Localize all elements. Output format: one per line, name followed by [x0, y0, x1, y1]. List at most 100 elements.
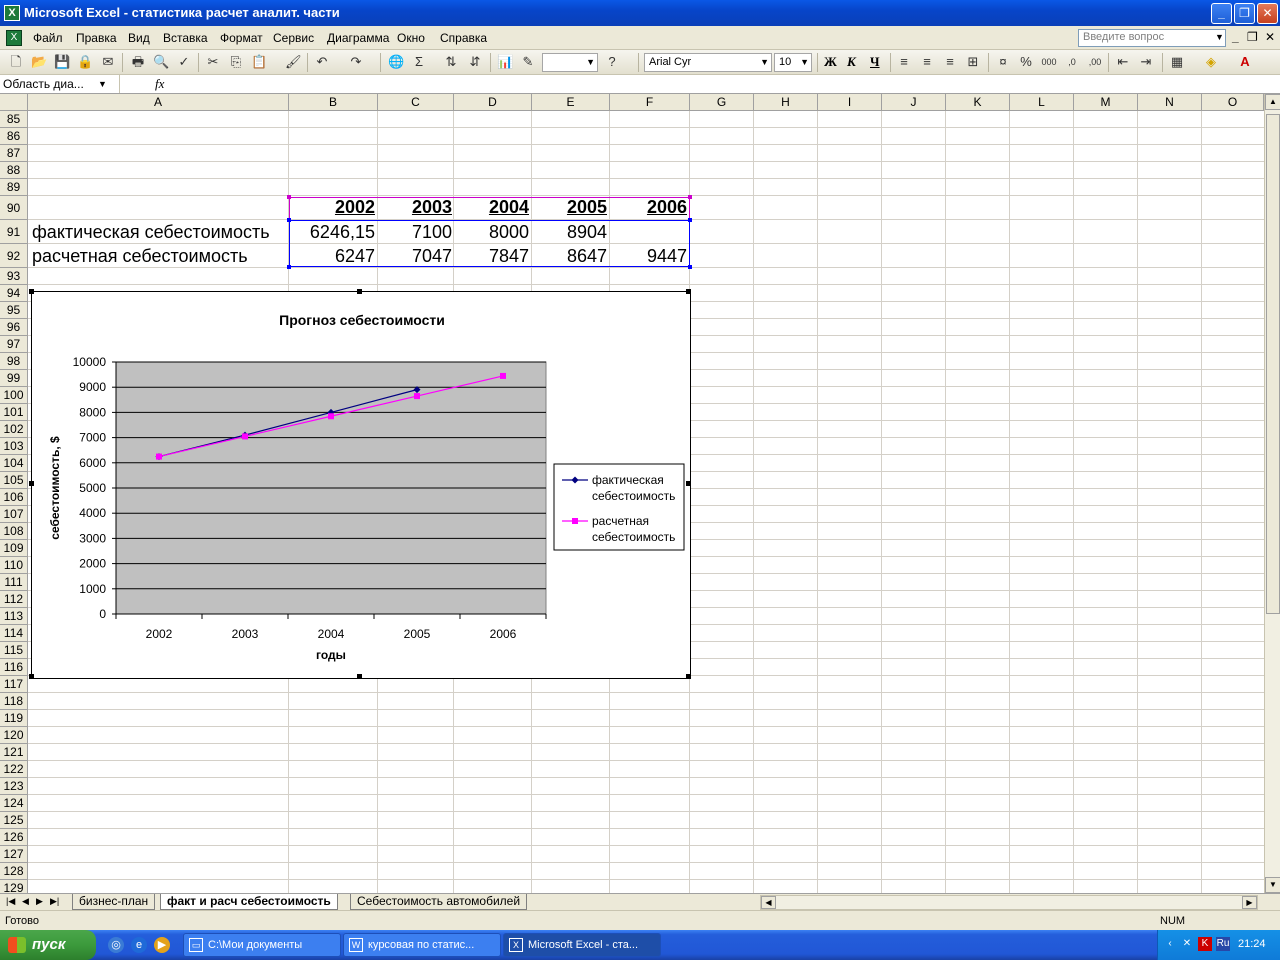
row-header-102[interactable]: 102: [0, 421, 28, 438]
autosum-icon[interactable]: Σ: [411, 54, 427, 70]
chart-resize-handle[interactable]: [29, 289, 34, 294]
range-handle[interactable]: [287, 265, 291, 269]
cut-icon[interactable]: ✂: [205, 54, 221, 70]
column-header-n[interactable]: N: [1138, 94, 1202, 111]
range-handle[interactable]: [688, 265, 692, 269]
row-header-112[interactable]: 112: [0, 591, 28, 608]
first-sheet-icon[interactable]: |◀: [6, 896, 15, 907]
menu-tools[interactable]: Сервис: [273, 31, 314, 45]
restore-button[interactable]: ❐: [1234, 3, 1255, 24]
align-center-icon[interactable]: ≡: [919, 54, 935, 70]
open-icon[interactable]: 📂: [31, 54, 47, 70]
comma-style-icon[interactable]: 000: [1041, 54, 1057, 70]
scroll-up-button[interactable]: ▲: [1265, 94, 1280, 110]
column-header-g[interactable]: G: [690, 94, 754, 111]
spelling-icon[interactable]: ✓: [176, 54, 192, 70]
row-header-86[interactable]: 86: [0, 128, 28, 145]
vertical-scrollbar[interactable]: ▲ ▼: [1264, 94, 1280, 893]
menu-view[interactable]: Вид: [128, 31, 150, 45]
paste-icon[interactable]: 📋: [251, 54, 267, 70]
row-header-128[interactable]: 128: [0, 863, 28, 880]
row-header-116[interactable]: 116: [0, 659, 28, 676]
cell-calc-label[interactable]: расчетная себестоимость: [32, 246, 248, 267]
font-name-combo[interactable]: Arial Cyr ▼: [644, 53, 772, 72]
select-all-corner[interactable]: [0, 94, 28, 111]
hyperlink-icon[interactable]: 🌐: [388, 54, 404, 70]
decrease-decimal-icon[interactable]: ,00: [1087, 54, 1103, 70]
help-icon[interactable]: ?: [604, 54, 620, 70]
ask-question-input[interactable]: Введите вопрос: [1078, 29, 1226, 47]
column-header-l[interactable]: L: [1010, 94, 1074, 111]
row-header-110[interactable]: 110: [0, 557, 28, 574]
row-header-118[interactable]: 118: [0, 693, 28, 710]
taskbar-excel[interactable]: X Microsoft Excel - ста...: [503, 933, 661, 957]
menu-chart[interactable]: Диаграмма: [327, 31, 389, 45]
row-header-99[interactable]: 99: [0, 370, 28, 387]
row-header-113[interactable]: 113: [0, 608, 28, 625]
row-header-104[interactable]: 104: [0, 455, 28, 472]
sort-desc-icon[interactable]: ⇵: [467, 54, 483, 70]
menu-insert[interactable]: Вставка: [163, 31, 208, 45]
sheet-tab-car-cost[interactable]: Себестоимость автомобилей: [350, 894, 528, 910]
menu-help[interactable]: Справка: [440, 31, 487, 45]
ie-icon[interactable]: e: [131, 937, 147, 953]
increase-decimal-icon[interactable]: ,0: [1064, 54, 1080, 70]
column-header-i[interactable]: I: [818, 94, 882, 111]
scroll-left-button[interactable]: ◀: [761, 896, 776, 909]
row-header-100[interactable]: 100: [0, 387, 28, 404]
tray-app-icon[interactable]: K: [1198, 937, 1212, 951]
column-header-d[interactable]: D: [454, 94, 532, 111]
range-handle[interactable]: [287, 218, 291, 222]
workbook-icon[interactable]: X: [6, 30, 22, 46]
range-handle[interactable]: [688, 218, 692, 222]
align-right-icon[interactable]: ≡: [942, 54, 958, 70]
align-left-icon[interactable]: ≡: [896, 54, 912, 70]
cell-actual-label[interactable]: фактическая себестоимость: [32, 222, 270, 243]
scroll-down-button[interactable]: ▼: [1265, 877, 1280, 893]
range-handle[interactable]: [688, 195, 692, 199]
doc-close-icon[interactable]: ✕: [1265, 30, 1275, 44]
minimize-button[interactable]: _: [1211, 3, 1232, 24]
row-header-129[interactable]: 129: [0, 880, 28, 893]
row-header-101[interactable]: 101: [0, 404, 28, 421]
row-header-98[interactable]: 98: [0, 353, 28, 370]
row-header-106[interactable]: 106: [0, 489, 28, 506]
borders-icon[interactable]: ▦: [1169, 54, 1185, 70]
chart-resize-handle[interactable]: [357, 289, 362, 294]
taskbar-word-doc[interactable]: Wкурсовая по статис...: [343, 933, 501, 957]
column-header-j[interactable]: J: [882, 94, 946, 111]
chart-wizard-icon[interactable]: 📊: [497, 54, 513, 70]
row-header-127[interactable]: 127: [0, 846, 28, 863]
row-header-115[interactable]: 115: [0, 642, 28, 659]
start-button[interactable]: пуск: [0, 930, 96, 960]
row-header-111[interactable]: 111: [0, 574, 28, 591]
row-header-121[interactable]: 121: [0, 744, 28, 761]
font-color-icon[interactable]: A: [1237, 54, 1253, 70]
row-header-88[interactable]: 88: [0, 162, 28, 179]
scroll-thumb[interactable]: [1266, 114, 1280, 614]
row-header-120[interactable]: 120: [0, 727, 28, 744]
print-preview-icon[interactable]: 🔍: [153, 54, 169, 70]
tray-tools-icon[interactable]: ✕: [1180, 937, 1194, 951]
taskbar-my-documents[interactable]: ▭ C:\Мои документы: [183, 933, 341, 957]
column-header-h[interactable]: H: [754, 94, 818, 111]
chevron-down-icon[interactable]: ▼: [1215, 32, 1224, 42]
scroll-right-button[interactable]: ▶: [1242, 896, 1257, 909]
column-header-k[interactable]: K: [946, 94, 1010, 111]
row-header-91[interactable]: 91: [0, 220, 28, 244]
worksheet-grid[interactable]: ABCDEFGHIJKLMNO 85 86 87 88 89 90 91 92 93 94 95 96…: [0, 94, 1264, 893]
row-header-90[interactable]: 90: [0, 196, 28, 220]
tray-arrow-icon[interactable]: ‹: [1163, 937, 1177, 951]
column-header-e[interactable]: E: [532, 94, 610, 111]
italic-button[interactable]: К: [847, 54, 856, 70]
print-icon[interactable]: 🖶: [130, 54, 146, 70]
chart-resize-handle[interactable]: [29, 481, 34, 486]
percent-icon[interactable]: %: [1018, 54, 1034, 70]
embedded-chart[interactable]: Прогноз себестоимости 0 1000 2000 3000 4000 50…: [31, 291, 691, 679]
redo-icon[interactable]: ↷: [348, 54, 364, 70]
chart-resize-handle[interactable]: [357, 674, 362, 679]
chevron-down-icon[interactable]: ▼: [98, 79, 107, 89]
column-header-f[interactable]: F: [610, 94, 690, 111]
excel-app-icon[interactable]: X: [4, 5, 20, 21]
menu-file[interactable]: Файл: [33, 31, 63, 45]
